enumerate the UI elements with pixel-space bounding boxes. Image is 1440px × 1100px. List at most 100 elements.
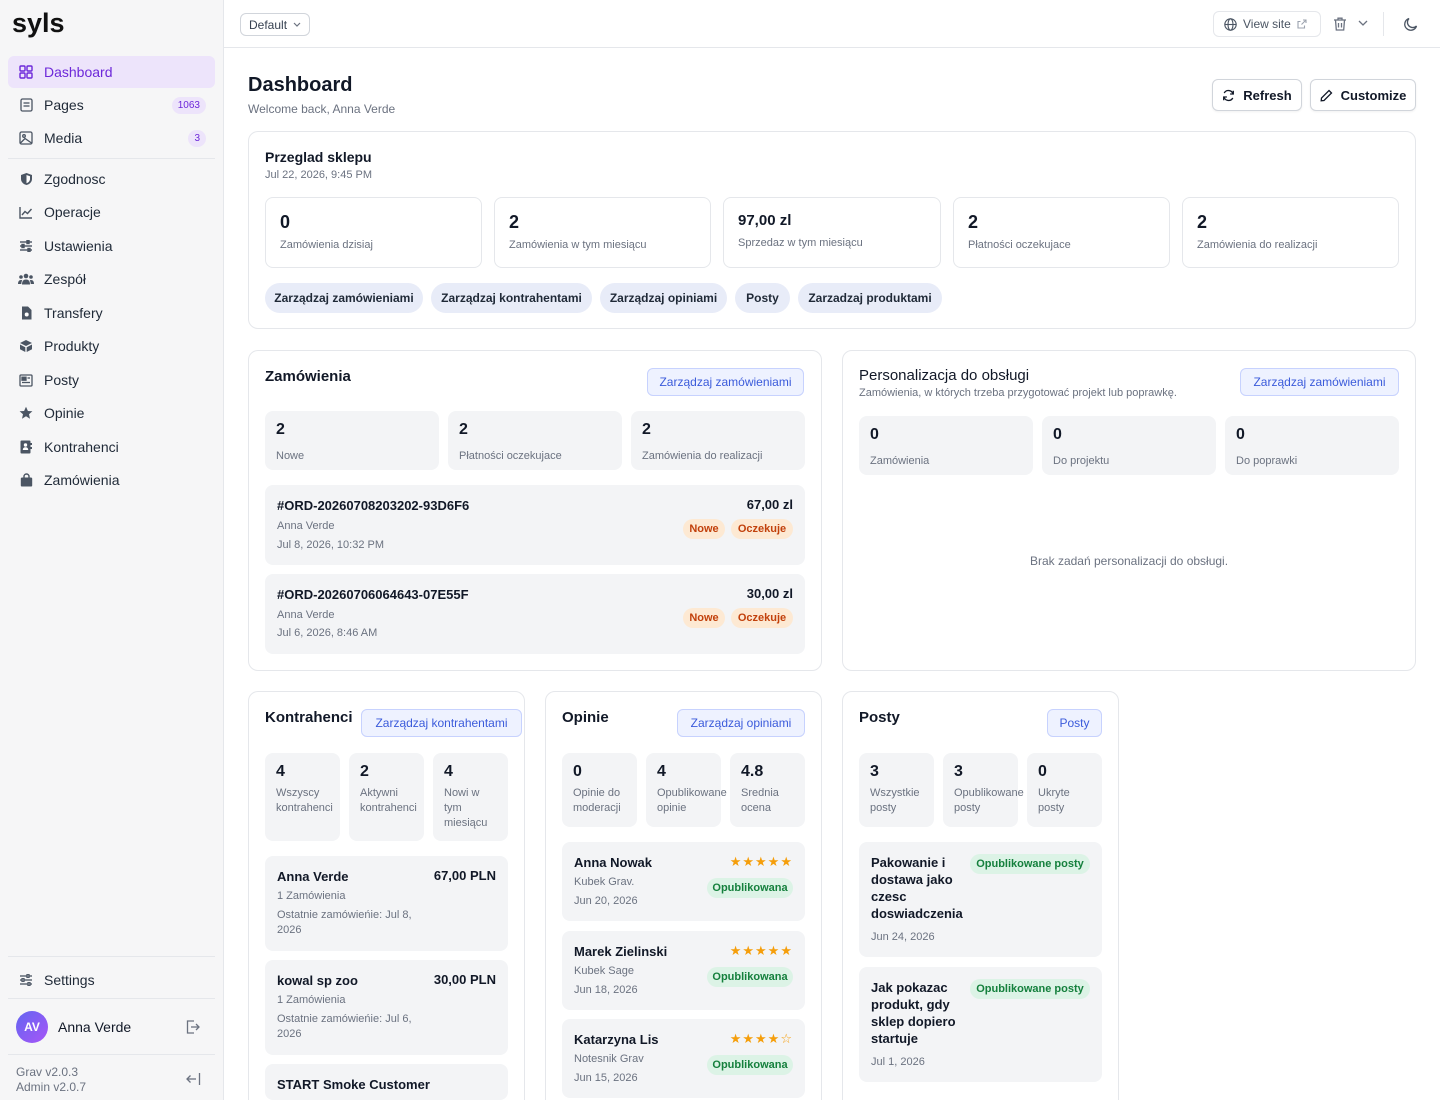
environment-select[interactable]: Default (240, 13, 311, 36)
chevron-down-icon (293, 22, 301, 27)
manage-reviews-button[interactable]: Zarządzaj opiniami (677, 709, 805, 737)
orders-stat-new: 2 Nowe (265, 411, 439, 470)
dashboard-icon (18, 64, 34, 80)
pages-count-badge: 1063 (171, 97, 206, 114)
contractor-row[interactable]: kowal sp zoo 30,00 PLN 1 Zamówienia Osta… (265, 960, 508, 1055)
refresh-label: Refresh (1243, 87, 1292, 103)
sidebar-item-posty[interactable]: Posty (8, 364, 215, 396)
order-row[interactable]: #ORD-20260708203202-93D6F6 Anna Verde Ju… (265, 485, 805, 565)
user-profile[interactable]: AV Anna Verde (16, 1010, 208, 1044)
sidebar-item-settings[interactable]: Settings (8, 964, 215, 996)
contractor-row[interactable]: Anna Verde 67,00 PLN 1 Zamówienia Ostatn… (265, 856, 508, 951)
contractors-stat-all: 4 Wszyscy kontrahenci (265, 753, 340, 841)
page-subtitle: Welcome back, Anna Verde (248, 102, 396, 116)
quick-link-reviews[interactable]: Zarządzaj opiniami (600, 283, 727, 313)
reviews-stat-published: 4 Opublikowane opinie (646, 753, 727, 827)
sliders-icon (18, 238, 34, 254)
reviews-stat-moderation: 0 Opinie do moderacji (562, 753, 637, 827)
sidebar-item-dashboard[interactable]: Dashboard (8, 56, 215, 88)
version-info: Grav v2.0.3 Admin v2.0.7 (16, 1065, 86, 1095)
sidebar-item-zespol[interactable]: Zespół (8, 263, 215, 295)
personalization-title: Personalizacja do obsługi (859, 367, 1030, 384)
moon-icon[interactable] (1403, 16, 1419, 32)
order-row[interactable]: #ORD-20260706064643-07E55F Anna Verde Ju… (265, 574, 805, 654)
rating-stars: ★★★★★ (729, 854, 793, 869)
trash-icon[interactable] (1332, 16, 1348, 32)
box-icon (18, 338, 34, 354)
status-badge: Opublikowana (707, 1055, 793, 1075)
rating-stars: ★★★★★ (729, 943, 793, 958)
sidebar-item-label: Media (44, 130, 83, 146)
sidebar: syls Dashboard Pages 1063 Media 3 Zgodno… (0, 0, 224, 1100)
view-site-button[interactable]: View site (1213, 11, 1321, 37)
sidebar-item-produkty[interactable]: Produkty (8, 330, 215, 362)
logout-icon[interactable] (185, 1019, 201, 1035)
sidebar-item-pages[interactable]: Pages 1063 (8, 89, 215, 121)
post-row[interactable]: Jak pokazac produkt, gdy sklep dopiero star… (859, 967, 1102, 1082)
sidebar-item-kontrahenci[interactable]: Kontrahenci (8, 431, 215, 463)
sidebar-item-zamowienia[interactable]: Zamówienia (8, 464, 215, 496)
newspaper-icon (18, 372, 34, 388)
review-row[interactable]: Marek Zielinski Kubek Sage Jun 18, 2026 … (562, 931, 805, 1010)
quick-link-orders[interactable]: Zarządzaj zamówieniami (265, 283, 423, 313)
quick-link-contractors[interactable]: Zarządzaj kontrahentami (431, 283, 592, 313)
sidebar-item-ustawienia[interactable]: Ustawienia (8, 230, 215, 262)
review-row[interactable]: Anna Nowak Kubek Grav. Jun 20, 2026 ★★★★… (562, 842, 805, 921)
contractor-row[interactable]: START Smoke Customer (265, 1064, 508, 1100)
sidebar-item-media[interactable]: Media 3 (8, 122, 215, 154)
external-link-icon (1297, 19, 1307, 29)
sidebar-item-transfery[interactable]: Transfery (8, 297, 215, 329)
collapse-sidebar-icon[interactable] (186, 1072, 201, 1086)
posts-stat-hidden: 0 Ukryte posty (1027, 753, 1102, 827)
status-badge: Oczekuje (731, 519, 793, 539)
review-row[interactable]: Katarzyna Lis Notesnik Grav Jun 15, 2026… (562, 1019, 805, 1098)
overview-timestamp: Jul 22, 2026, 9:45 PM (265, 169, 373, 181)
grav-version: Grav v2.0.3 (16, 1065, 79, 1079)
media-count-badge: 3 (188, 130, 206, 147)
manage-contractors-button[interactable]: Zarządzaj kontrahentami (361, 709, 522, 737)
manage-personalization-button[interactable]: Zarządzaj zamówieniami (1240, 368, 1399, 396)
svg-text:syls: syls (12, 10, 65, 38)
customize-button[interactable]: Customize (1310, 79, 1416, 111)
quick-link-products[interactable]: Zarzadzaj produktami (798, 283, 942, 313)
stat-sales-month: 97,00 zl Sprzedaz w tym miesiącu (723, 197, 941, 268)
sidebar-item-opinie[interactable]: Opinie (8, 397, 215, 429)
brand-logo[interactable]: syls (12, 10, 82, 40)
personalization-subtitle: Zamówienia, w których trzeba przygotować… (859, 387, 1177, 399)
topbar-divider (1383, 12, 1384, 36)
refresh-button[interactable]: Refresh (1212, 79, 1302, 111)
sidebar-item-label: Pages (44, 97, 84, 113)
pencil-icon (1320, 89, 1333, 102)
post-row[interactable]: Pakowanie i dostawa jako czesc doswiadczeni… (859, 842, 1102, 957)
sidebar-item-label: Posty (44, 372, 80, 388)
sidebar-item-label: Transfery (44, 305, 103, 321)
chart-line-icon (18, 204, 34, 220)
sidebar-item-operacje[interactable]: Operacje (8, 196, 215, 228)
stat-orders-today: 0 Zamówienia dzisiaj (265, 197, 482, 268)
rating-stars: ★★★★☆ (729, 1031, 793, 1046)
star-icon (18, 405, 34, 421)
quick-link-posts[interactable]: Posty (735, 283, 790, 313)
sidebar-divider (8, 158, 215, 159)
status-badge: Nowe (683, 608, 725, 628)
personalization-stat-fix: 0 Do poprawki (1225, 416, 1399, 475)
sidebar-item-label: Dashboard (44, 64, 113, 80)
sidebar-item-label: Opinie (44, 405, 85, 421)
status-badge: Opublikowana (707, 878, 793, 898)
pages-icon (18, 97, 34, 113)
sidebar-item-label: Produkty (44, 338, 100, 354)
file-transfer-icon (18, 305, 34, 321)
stat-orders-month: 2 Zamówienia w tym miesiącu (494, 197, 711, 268)
manage-posts-button[interactable]: Posty (1047, 709, 1102, 737)
sidebar-item-label: Zgodnosc (44, 171, 106, 187)
stat-pending-payments: 2 Płatności oczekujace (953, 197, 1170, 268)
status-badge: Opublikowane posty (970, 854, 1090, 874)
sidebar-item-zgodnosc[interactable]: Zgodnosc (8, 163, 215, 195)
user-name: Anna Verde (58, 1019, 132, 1035)
status-badge: Oczekuje (731, 608, 793, 628)
chevron-down-icon[interactable] (1358, 19, 1368, 27)
posts-stat-published: 3 Opublikowane posty (943, 753, 1024, 827)
view-site-label: View site (1243, 17, 1291, 31)
manage-orders-button[interactable]: Zarządzaj zamówieniami (647, 368, 804, 396)
settings-sliders-icon (18, 972, 34, 988)
